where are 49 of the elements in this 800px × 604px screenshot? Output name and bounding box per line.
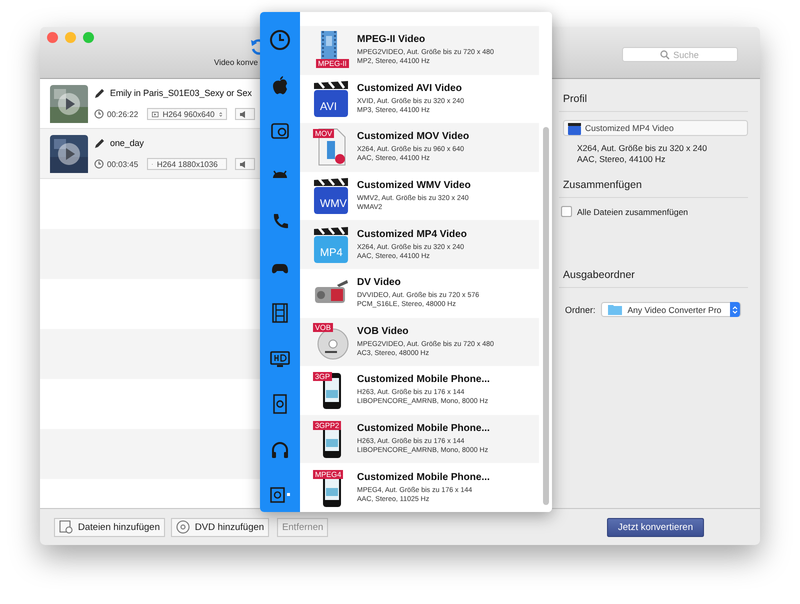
clapperboard-icon — [313, 176, 349, 216]
format-label: WMV — [319, 198, 348, 210]
section-heading: Ausgabeordner — [559, 269, 748, 288]
audio-dropdown[interactable] — [235, 108, 256, 120]
pencil-icon[interactable] — [94, 87, 106, 99]
section-heading: Profil — [559, 93, 748, 112]
profile-name: Customized MOV Video — [357, 131, 470, 142]
search-field[interactable]: Suche — [622, 47, 738, 62]
format-label: MP4 — [319, 246, 344, 259]
add-files-button[interactable]: Dateien hinzufügen — [54, 518, 165, 536]
add-dvd-button[interactable]: DVD hinzufügen — [170, 518, 270, 536]
profile-name: Customized MP4 Video — [357, 228, 467, 240]
clapperboard-icon — [313, 224, 349, 265]
profile-description: X264, Aut. Größe bis zu 320 x 240 AAC, Stereo, 44100 Hz — [577, 143, 708, 165]
clapperboard-icon — [313, 78, 349, 119]
merge-label[interactable]: Alle Dateien zusammenfügen — [577, 206, 688, 216]
clock-icon — [94, 109, 104, 119]
folder-dropdown[interactable]: Any Video Converter Pro — [600, 302, 741, 317]
profile-name: Customized AVI Video — [357, 82, 463, 94]
profile-name: Customized Mobile Phone... — [357, 374, 490, 386]
profile-dropdown[interactable]: Customized MP4 Video — [563, 120, 748, 136]
section-heading: Zusammenfügen — [559, 179, 748, 198]
clock-icon[interactable] — [269, 29, 291, 51]
profile-name: Customized Mobile Phone... — [357, 472, 490, 483]
merge-checkbox[interactable] — [561, 206, 572, 217]
duration-text: 00:26:22 — [107, 110, 138, 118]
profile-name: Customized Mobile Phone... — [357, 423, 490, 434]
file-title: one_day — [110, 138, 144, 148]
profile-name: DV Video — [357, 277, 402, 288]
scrollbar[interactable] — [543, 127, 549, 505]
audio-dropdown[interactable] — [235, 158, 256, 170]
profile-name: Customized WMV Video — [357, 180, 471, 192]
disc-icon — [176, 520, 190, 534]
folder-icon — [608, 304, 622, 315]
clock-icon — [94, 159, 104, 169]
convert-now-button[interactable]: Jetzt konvertieren — [607, 518, 704, 536]
video-format-dropdown[interactable]: H264 1880x1036 — [147, 158, 228, 170]
convert-tool-label[interactable]: Video konve — [214, 58, 258, 67]
profile-name: MPEG-II Video — [357, 34, 426, 46]
clapperboard-icon — [568, 122, 581, 134]
profile-name: VOB Video — [357, 326, 410, 337]
search-icon — [660, 50, 670, 60]
pencil-icon[interactable] — [94, 137, 106, 149]
file-title: Emily in Paris_S01E03_Sexy or Sex — [110, 88, 252, 98]
file-add-icon — [59, 520, 73, 534]
format-label: AVI — [319, 100, 338, 113]
video-format-dropdown[interactable]: H264 960x640 — [147, 108, 228, 120]
duration-text: 00:03:45 — [107, 160, 138, 168]
folder-label: Ordner: — [565, 304, 596, 314]
